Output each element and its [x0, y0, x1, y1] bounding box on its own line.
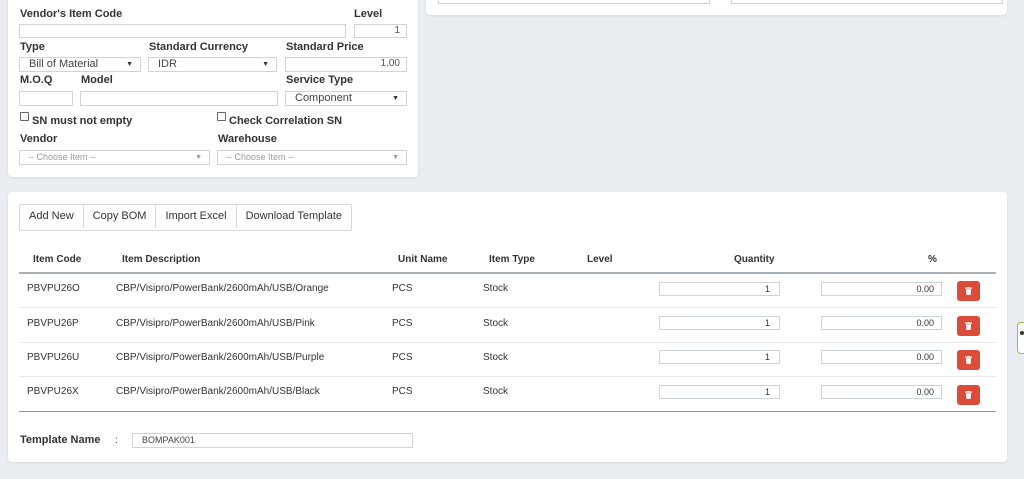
download-template-button[interactable]: Download Template	[236, 205, 351, 228]
row-item-description: CBP/Visipro/PowerBank/2600mAh/USB/Pink	[116, 318, 315, 329]
standard-price-field[interactable]: 1.00	[285, 57, 407, 72]
caret-down-icon: ▼	[126, 61, 133, 68]
row-item-type: Stock	[483, 386, 509, 397]
warehouse-select-placeholder: -- Choose Item --	[226, 152, 295, 162]
template-name-field[interactable]: BOMPAK001	[132, 433, 413, 448]
side-widget[interactable]	[1017, 322, 1024, 354]
row-item-type: Stock	[483, 352, 509, 363]
row-quantity-input[interactable]: 1	[659, 350, 780, 364]
type-select-value: Bill of Material	[29, 58, 99, 70]
table-footer-divider	[19, 411, 996, 412]
moq-label: M.O.Q	[20, 74, 53, 86]
side-widget-dot	[1020, 331, 1024, 335]
row-item-description: CBP/Visipro/PowerBank/2600mAh/USB/Orange	[116, 283, 329, 294]
service-type-select-value: Component	[295, 92, 352, 104]
check-correlation-label: Check Correlation SN	[229, 115, 343, 127]
add-new-button[interactable]: Add New	[20, 205, 84, 228]
header-unit-name: Unit Name	[398, 254, 448, 265]
row-item-description: CBP/Visipro/PowerBank/2600mAh/USB/Black	[116, 386, 320, 397]
trash-icon	[965, 322, 972, 330]
service-type-select[interactable]: Component ▼	[285, 91, 407, 106]
row-quantity-input[interactable]: 1	[659, 282, 780, 296]
caret-down-icon: ▼	[262, 61, 269, 68]
row-unit-name: PCS	[392, 283, 413, 294]
row-unit-name: PCS	[392, 386, 413, 397]
header-level: Level	[587, 254, 613, 265]
trash-icon	[965, 391, 972, 399]
vendor-item-code-field[interactable]	[19, 24, 346, 38]
row-percent-input[interactable]: 0.00	[821, 282, 942, 296]
type-label: Type	[20, 41, 45, 53]
row-percent-input[interactable]: 0.00	[821, 316, 942, 330]
moq-field[interactable]	[19, 91, 73, 106]
row-divider	[19, 307, 996, 308]
sn-not-empty-label: SN must not empty	[32, 115, 133, 127]
caret-down-icon: ▼	[195, 154, 202, 161]
trash-icon	[965, 356, 972, 364]
vendor-label: Vendor	[20, 133, 58, 145]
type-select[interactable]: Bill of Material ▼	[19, 57, 141, 72]
standard-price-label: Standard Price	[286, 41, 364, 53]
row-item-code: PBVPU26U	[27, 352, 80, 363]
header-percent: %	[928, 254, 937, 265]
row-item-code: PBVPU26O	[27, 283, 80, 294]
warehouse-select[interactable]: -- Choose Item -- ▼	[217, 150, 407, 165]
delete-row-button[interactable]	[957, 316, 980, 336]
bom-toolbar: Add New Copy BOM Import Excel Download T…	[19, 204, 352, 231]
row-item-code: PBVPU26P	[27, 318, 79, 329]
row-item-type: Stock	[483, 318, 509, 329]
row-item-description: CBP/Visipro/PowerBank/2600mAh/USB/Purple	[116, 352, 325, 363]
trash-icon	[965, 287, 972, 295]
table-header-divider	[19, 272, 996, 274]
row-quantity-input[interactable]: 1	[659, 385, 780, 399]
check-correlation-checkbox[interactable]	[217, 112, 226, 121]
template-name-label: Template Name	[20, 434, 101, 446]
delete-row-button[interactable]	[957, 350, 980, 370]
header-item-description: Item Description	[122, 254, 201, 265]
level-field[interactable]: 1	[354, 24, 407, 38]
row-item-code: PBVPU26X	[27, 386, 79, 397]
copy-bom-button[interactable]: Copy BOM	[83, 205, 157, 228]
vendor-select-placeholder: -- Choose Item --	[28, 152, 97, 162]
model-field[interactable]	[80, 91, 278, 106]
service-type-label: Service Type	[286, 74, 354, 86]
row-unit-name: PCS	[392, 318, 413, 329]
row-divider	[19, 376, 996, 377]
row-quantity-input[interactable]: 1	[659, 316, 780, 330]
header-item-code: Item Code	[33, 254, 82, 265]
row-item-type: Stock	[483, 283, 509, 294]
currency-select-value: IDR	[158, 58, 177, 70]
top-right-field-left[interactable]	[438, 0, 710, 4]
template-name-separator: :	[115, 435, 118, 446]
level-label: Level	[354, 8, 383, 20]
header-item-type: Item Type	[489, 254, 535, 265]
import-excel-button[interactable]: Import Excel	[156, 205, 237, 228]
currency-select[interactable]: IDR ▼	[148, 57, 277, 72]
row-divider	[19, 342, 996, 343]
caret-down-icon: ▼	[392, 154, 399, 161]
row-unit-name: PCS	[392, 352, 413, 363]
vendor-select[interactable]: -- Choose Item -- ▼	[19, 150, 210, 165]
top-right-field-right[interactable]	[731, 0, 1003, 4]
sn-not-empty-checkbox[interactable]	[20, 112, 29, 121]
warehouse-label: Warehouse	[218, 133, 277, 145]
currency-label: Standard Currency	[149, 41, 249, 53]
delete-row-button[interactable]	[957, 281, 980, 301]
model-label: Model	[81, 74, 113, 86]
vendor-item-code-label: Vendor's Item Code	[20, 8, 123, 20]
caret-down-icon: ▼	[392, 95, 399, 102]
row-percent-input[interactable]: 0.00	[821, 385, 942, 399]
row-percent-input[interactable]: 0.00	[821, 350, 942, 364]
delete-row-button[interactable]	[957, 385, 980, 405]
header-quantity: Quantity	[734, 254, 775, 265]
